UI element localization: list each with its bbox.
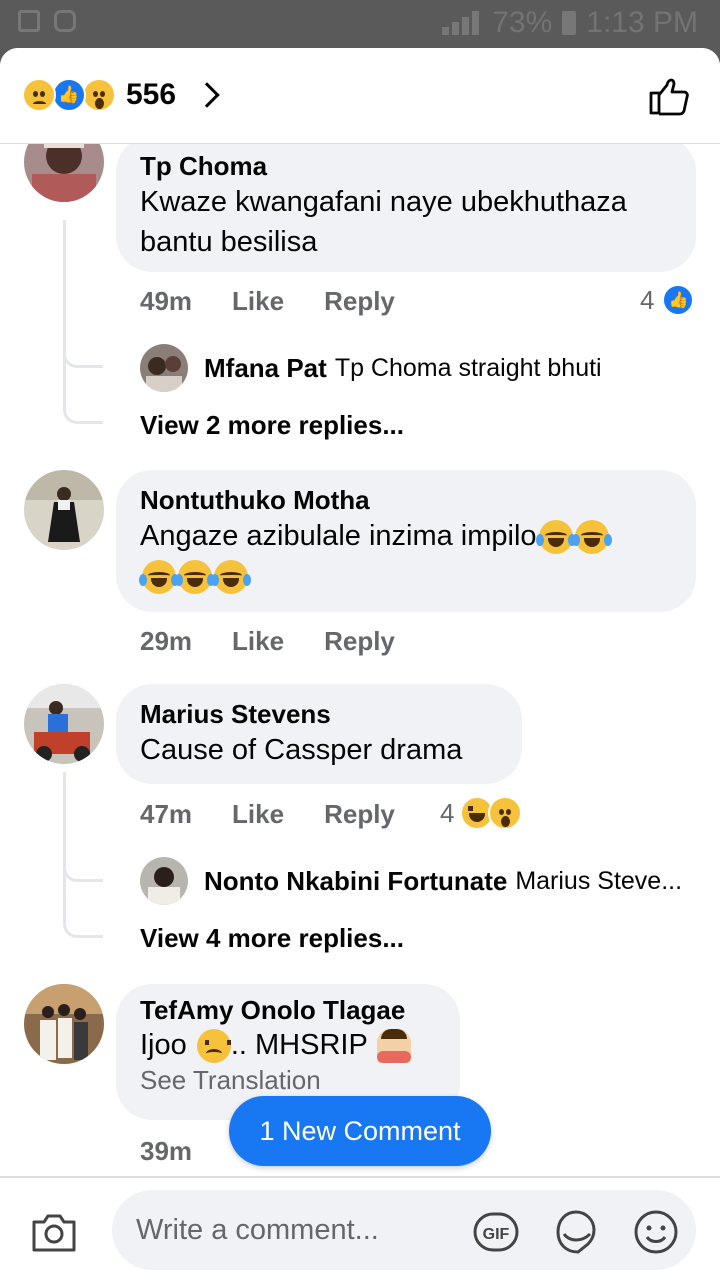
- like-button[interactable]: Like: [232, 626, 284, 657]
- crying-laughing-emoji-icon: [175, 560, 215, 595]
- signal-icon: [442, 11, 482, 35]
- comment-text: Angaze azibulale inzima impilo: [139, 516, 672, 596]
- reply-text: Marius Steve...: [515, 866, 683, 895]
- wow-reaction-icon: [488, 796, 523, 830]
- like-reaction-icon: 👍: [662, 284, 695, 316]
- comment-author[interactable]: Nontuthuko Motha: [140, 484, 672, 516]
- comment-actions: 47m Like Reply: [140, 799, 395, 830]
- new-comment-button[interactable]: 1 New Comment: [229, 1096, 491, 1166]
- sticker-icon[interactable]: [552, 1208, 600, 1256]
- battery-icon: [562, 11, 577, 35]
- view-more-replies-link[interactable]: View 2 more replies...: [140, 410, 404, 441]
- comment-bubble[interactable]: Tp Choma Kwaze kwangafani naye ubekhutha…: [116, 136, 696, 272]
- sad-reaction-icon: [22, 78, 56, 112]
- notification-icons: [18, 10, 76, 32]
- comment-actions: 49m Like Reply: [140, 286, 395, 317]
- comment-author[interactable]: Tp Choma: [140, 150, 672, 182]
- crying-laughing-emoji-icon: [211, 560, 251, 595]
- crying-laughing-emoji-icon: [571, 520, 612, 555]
- comment-reaction-count[interactable]: 4 👍: [640, 284, 695, 316]
- reactions-summary[interactable]: 👍 556: [22, 78, 220, 112]
- reply-button[interactable]: Reply: [324, 799, 395, 830]
- reactions-header: 👍 556: [0, 48, 720, 144]
- comment-actions: 39m: [140, 1136, 192, 1167]
- person-facepalm-emoji-icon: [377, 1029, 412, 1064]
- instagram-icon: [54, 10, 76, 32]
- reply-thread-line: [63, 862, 103, 938]
- like-button[interactable]: Like: [232, 799, 284, 830]
- reaction-count: 556: [126, 78, 177, 111]
- reply-author[interactable]: Mfana Pat: [204, 353, 327, 384]
- avatar[interactable]: [140, 344, 188, 392]
- reply-thread-line: [63, 348, 103, 424]
- comment-text: Cause of Cassper drama: [140, 734, 463, 766]
- comment-time: 49m: [140, 286, 193, 316]
- reply-button[interactable]: Reply: [324, 286, 395, 317]
- camera-icon[interactable]: [30, 1212, 78, 1252]
- gallery-icon: [18, 10, 40, 32]
- reply-text: Tp Choma straight bhuti: [334, 353, 602, 382]
- comment-text-part: Ijoo: [140, 1029, 187, 1061]
- avatar[interactable]: [140, 857, 188, 905]
- comment-bubble[interactable]: Nontuthuko Motha Angaze azibulale inzima…: [116, 470, 696, 612]
- comment-text: Ijoo .. MHSRIP: [140, 1026, 436, 1064]
- reply-preview[interactable]: Nonto Nkabini Fortunate Marius Steve...: [140, 857, 682, 905]
- avatar[interactable]: [24, 684, 104, 764]
- comment-text: Kwaze kwangafani naye ubekhuthaza bantu …: [140, 186, 627, 258]
- avatar[interactable]: [24, 470, 104, 550]
- comment-bubble[interactable]: Marius Stevens Cause of Cassper drama: [116, 684, 522, 784]
- like-button[interactable]: Like: [232, 286, 284, 317]
- comment-text-body: Angaze azibulale inzima impilo: [140, 520, 537, 552]
- comment-text-part: .. MHSRIP: [230, 1029, 368, 1061]
- see-translation-link[interactable]: See Translation: [140, 1064, 436, 1096]
- comment-composer: GIF: [0, 1176, 720, 1280]
- status-right: 73% 1:13 PM: [442, 6, 698, 40]
- clock: 1:13 PM: [586, 6, 698, 39]
- gif-icon[interactable]: GIF: [472, 1208, 520, 1256]
- avatar[interactable]: [24, 984, 104, 1064]
- reply-author[interactable]: Nonto Nkabini Fortunate: [204, 866, 507, 897]
- reply-preview[interactable]: Mfana Pat Tp Choma straight bhuti: [140, 344, 602, 392]
- like-reaction-icon: 👍: [52, 78, 86, 112]
- reaction-number: 4: [640, 284, 655, 315]
- crying-laughing-emoji-icon: [535, 520, 576, 555]
- comment-author[interactable]: TefAmy Onolo Tlagae: [140, 994, 436, 1026]
- comment-time: 29m: [140, 626, 193, 656]
- like-icon[interactable]: [648, 76, 690, 116]
- comment-actions: 29m Like Reply: [140, 626, 395, 657]
- wow-reaction-icon: [82, 78, 116, 112]
- comments-sheet: 👍 556 Tp Choma Kwaze kwangafani naye ube…: [0, 48, 720, 1280]
- reply-button[interactable]: Reply: [324, 626, 395, 657]
- comment-time: 39m: [140, 1136, 193, 1166]
- reply-thread-line: [63, 220, 103, 368]
- comment-reaction-count[interactable]: 4: [440, 796, 523, 830]
- crying-laughing-emoji-icon: [139, 560, 179, 595]
- battery-percent: 73%: [492, 6, 553, 39]
- sad-face-emoji-icon: [196, 1029, 231, 1064]
- emoji-icon[interactable]: [632, 1208, 680, 1256]
- comment-input[interactable]: [112, 1190, 696, 1270]
- status-bar: 73% 1:13 PM: [0, 0, 720, 48]
- view-more-replies-link[interactable]: View 4 more replies...: [140, 923, 404, 954]
- comment-time: 47m: [140, 799, 193, 829]
- chevron-right-icon: [194, 82, 220, 108]
- svg-text:GIF: GIF: [483, 1226, 510, 1243]
- comment-author[interactable]: Marius Stevens: [140, 698, 498, 730]
- reaction-number: 4: [440, 797, 455, 828]
